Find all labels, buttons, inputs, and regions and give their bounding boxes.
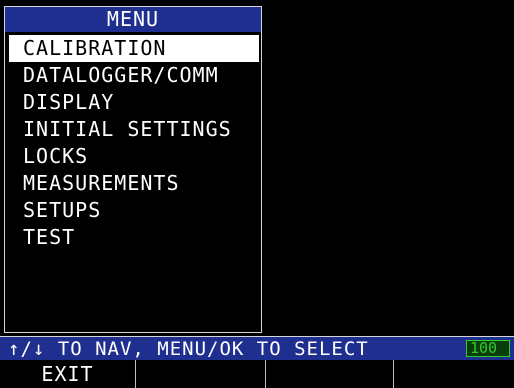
menu-item-measurements[interactable]: MEASUREMENTS [5,170,261,197]
status-bar: ↑/↓ TO NAV, MENU/OK TO SELECT 100 [0,336,514,360]
menu-title: MENU [5,7,261,32]
battery-indicator: 100 [466,340,510,357]
menu-item-initial-settings[interactable]: INITIAL SETTINGS [5,116,261,143]
menu-item-locks[interactable]: LOCKS [5,143,261,170]
menu-panel: MENU CALIBRATION DATALOGGER/COMM DISPLAY… [4,6,262,333]
device-screen: MENU CALIBRATION DATALOGGER/COMM DISPLAY… [0,0,514,388]
menu-item-datalogger-comm[interactable]: DATALOGGER/COMM [5,62,261,89]
exit-softkey[interactable]: EXIT [0,360,136,388]
menu-item-calibration[interactable]: CALIBRATION [9,35,259,62]
menu-list: CALIBRATION DATALOGGER/COMM DISPLAY INIT… [5,35,261,251]
softkey-3[interactable] [266,360,394,388]
softkey-2[interactable] [136,360,266,388]
menu-item-setups[interactable]: SETUPS [5,197,261,224]
softkey-bar: EXIT [0,360,514,388]
menu-item-display[interactable]: DISPLAY [5,89,261,116]
battery-level-label: 100 [470,340,498,357]
menu-item-test[interactable]: TEST [5,224,261,251]
navigation-hint: ↑/↓ TO NAV, MENU/OK TO SELECT [8,338,369,360]
softkey-4[interactable] [394,360,514,388]
